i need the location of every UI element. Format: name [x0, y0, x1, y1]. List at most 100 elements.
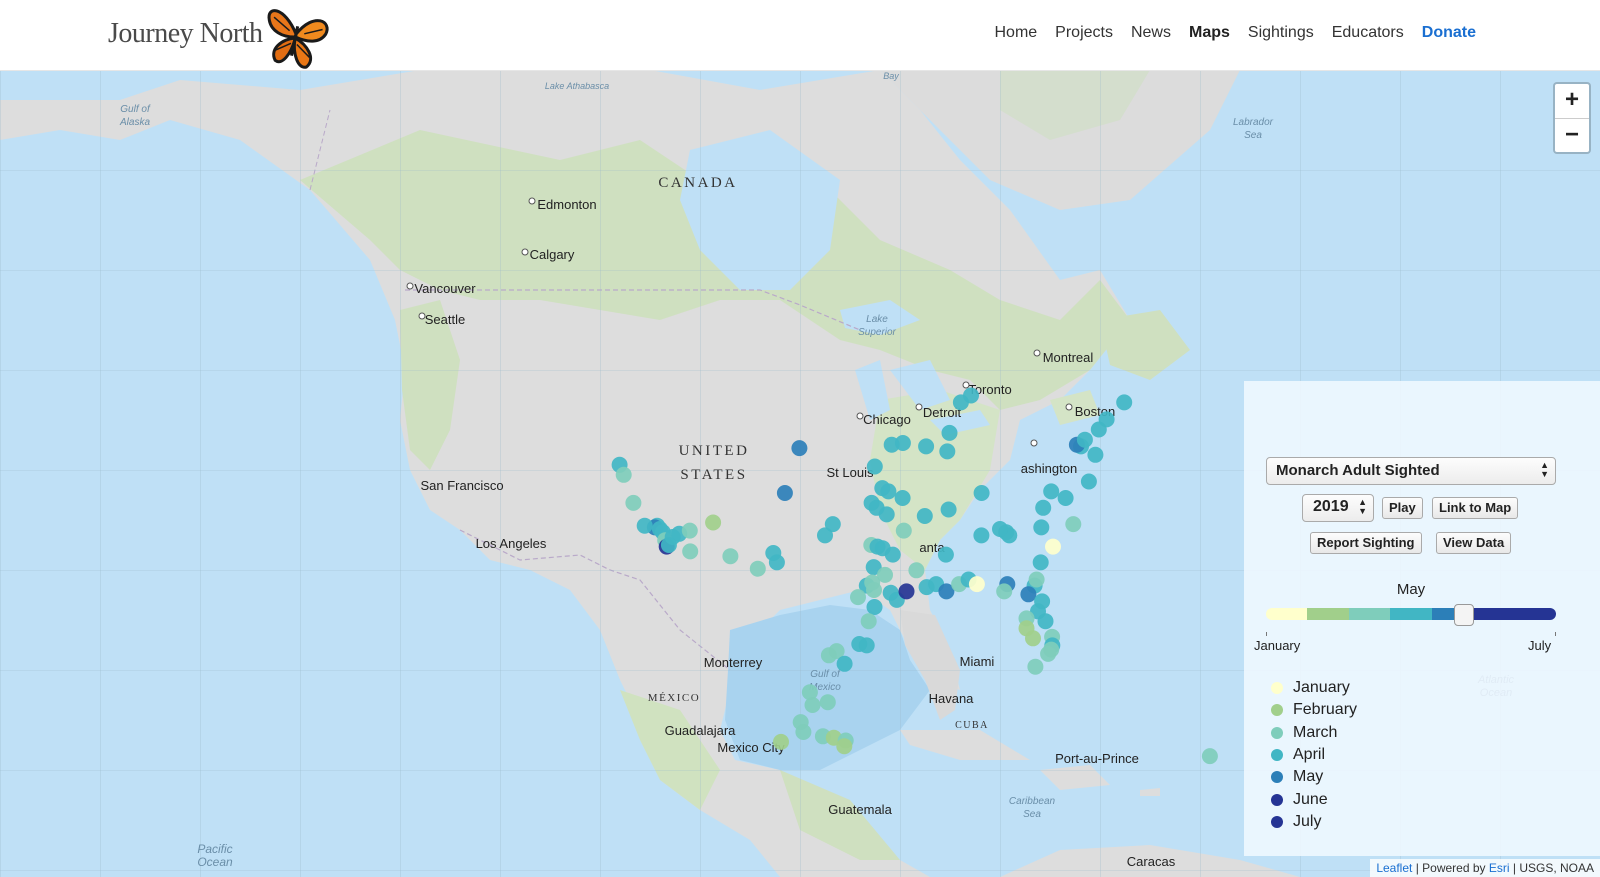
sighting-marker[interactable]	[908, 562, 925, 579]
current-month-label: May	[1396, 581, 1426, 598]
sighting-marker[interactable]	[1080, 473, 1097, 490]
sighting-marker[interactable]	[804, 697, 821, 713]
sighting-marker[interactable]	[898, 583, 915, 600]
report-sighting-button[interactable]: Report Sighting	[1310, 532, 1422, 554]
sighting-marker[interactable]	[824, 516, 841, 533]
slider-tick-start	[1266, 632, 1267, 636]
sighting-marker[interactable]	[866, 599, 883, 615]
sighting-marker[interactable]	[773, 733, 789, 750]
nav-donate[interactable]: Donate	[1420, 24, 1478, 42]
nav-news[interactable]: News	[1129, 24, 1173, 42]
sighting-marker[interactable]	[1035, 499, 1052, 516]
sighting-marker[interactable]	[880, 483, 897, 500]
sighting-marker[interactable]	[820, 647, 837, 664]
sighting-marker[interactable]	[836, 738, 853, 755]
sighting-marker[interactable]	[660, 537, 677, 553]
sighting-marker[interactable]	[937, 546, 954, 563]
sighting-marker[interactable]	[705, 514, 722, 531]
sighting-marker[interactable]	[877, 566, 893, 583]
sighting-marker[interactable]	[768, 554, 785, 571]
sighting-marker[interactable]	[1057, 490, 1074, 506]
journey-north-logo[interactable]: Journey North	[108, 4, 338, 70]
time-slider-handle[interactable]	[1454, 604, 1475, 626]
link-to-map-button[interactable]: Link to Map	[1432, 497, 1519, 519]
sighting-marker[interactable]	[1065, 516, 1082, 533]
city-dot-icon	[856, 412, 864, 420]
sighting-marker[interactable]	[1116, 394, 1133, 411]
slider-segment	[1514, 608, 1556, 620]
time-slider-track[interactable]	[1266, 608, 1556, 620]
sighting-marker[interactable]	[795, 724, 812, 740]
nav-home[interactable]: Home	[992, 24, 1039, 42]
sighting-marker[interactable]	[883, 436, 900, 453]
sighting-marker[interactable]	[940, 501, 957, 518]
sighting-marker[interactable]	[952, 394, 969, 411]
sighting-marker[interactable]	[1045, 538, 1061, 555]
sighting-marker[interactable]	[722, 548, 739, 565]
sighting-marker[interactable]	[895, 522, 912, 539]
nav-sightings[interactable]: Sightings	[1246, 24, 1316, 42]
sighting-marker[interactable]	[1028, 571, 1045, 588]
sighting-marker[interactable]	[1033, 519, 1050, 536]
sighting-marker[interactable]	[894, 490, 911, 506]
slider-segment	[1266, 608, 1308, 620]
sighting-marker[interactable]	[1087, 446, 1104, 463]
sighting-marker[interactable]	[968, 576, 985, 593]
sighting-marker[interactable]	[636, 517, 653, 534]
city-dot-icon	[962, 381, 970, 389]
sighting-marker[interactable]	[836, 655, 853, 672]
sighting-marker[interactable]	[1098, 411, 1115, 428]
sighting-marker[interactable]	[625, 494, 642, 511]
sighting-marker[interactable]	[858, 637, 875, 654]
leaflet-link[interactable]: Leaflet	[1376, 861, 1412, 875]
sighting-marker[interactable]	[918, 438, 935, 455]
dataset-select[interactable]: Monarch Adult Sighted ▲ ▼	[1266, 457, 1556, 485]
sighting-marker[interactable]	[1037, 613, 1054, 630]
map-label-montreal: Montreal	[1043, 350, 1094, 365]
legend-item: February	[1271, 699, 1357, 721]
sighting-marker[interactable]	[776, 485, 793, 501]
sighting-marker[interactable]	[819, 694, 836, 711]
sighting-marker[interactable]	[973, 527, 990, 544]
sighting-marker[interactable]	[850, 589, 866, 606]
map-label-chicago: Chicago	[863, 412, 911, 427]
sighting-marker[interactable]	[878, 506, 895, 523]
play-button[interactable]: Play	[1382, 497, 1423, 519]
map-control-panel: Monarch Adult Sighted ▲ ▼ 2019 ▲ ▼ Play Li…	[1244, 381, 1600, 856]
sighting-marker[interactable]	[973, 485, 990, 501]
view-data-button[interactable]: View Data	[1436, 532, 1512, 554]
sighting-marker[interactable]	[916, 508, 933, 524]
city-dot-icon	[418, 312, 426, 320]
sighting-marker[interactable]	[615, 466, 632, 483]
sighting-marker[interactable]	[1201, 748, 1218, 765]
nav-projects[interactable]: Projects	[1053, 24, 1115, 42]
sighting-marker[interactable]	[939, 443, 956, 460]
sighting-marker[interactable]	[1025, 630, 1041, 647]
zoom-in-button[interactable]: +	[1555, 84, 1589, 119]
legend-swatch-icon	[1271, 793, 1283, 806]
sighting-marker[interactable]	[992, 521, 1008, 537]
year-select[interactable]: 2019 ▲ ▼	[1302, 494, 1374, 522]
nav-maps[interactable]: Maps	[1187, 24, 1232, 42]
sighting-marker[interactable]	[1040, 645, 1057, 662]
sighting-marker[interactable]	[1043, 483, 1060, 500]
sighting-marker[interactable]	[791, 440, 808, 457]
legend-swatch-icon	[1271, 682, 1283, 695]
sighting-marker[interactable]	[884, 546, 901, 563]
nav-educators[interactable]: Educators	[1330, 24, 1406, 42]
sighting-marker[interactable]	[860, 613, 877, 630]
sighting-marker[interactable]	[866, 582, 882, 598]
sighting-marker[interactable]	[866, 458, 883, 475]
sighting-marker[interactable]	[941, 424, 958, 441]
esri-link[interactable]: Esri	[1489, 861, 1510, 875]
sighting-marker[interactable]	[1027, 658, 1044, 675]
sighting-marker[interactable]	[681, 522, 698, 539]
sighting-marker[interactable]	[996, 583, 1013, 600]
sighting-marker[interactable]	[1076, 431, 1093, 448]
sighting-marker[interactable]	[1020, 586, 1037, 603]
zoom-out-button[interactable]: −	[1555, 119, 1589, 153]
sighting-marker[interactable]	[1032, 554, 1049, 571]
sighting-marker[interactable]	[682, 543, 699, 560]
legend-label: January	[1293, 679, 1350, 697]
sighting-marker[interactable]	[749, 560, 766, 577]
